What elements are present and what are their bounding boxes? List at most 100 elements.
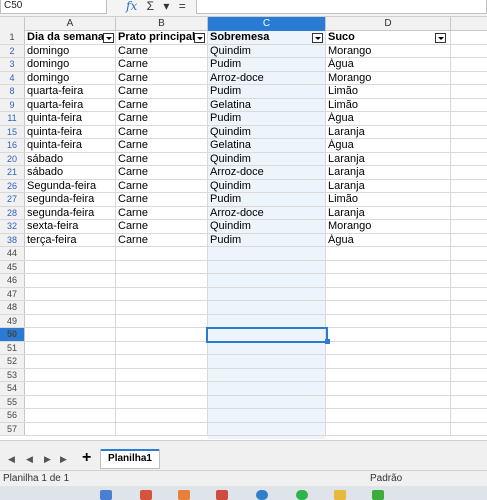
- prev-sheet-icon[interactable]: ◀: [26, 454, 33, 465]
- table-cell[interactable]: [25, 409, 116, 422]
- row-number[interactable]: 15: [0, 125, 25, 138]
- row-number[interactable]: 56: [0, 409, 25, 422]
- table-cell[interactable]: [116, 368, 208, 381]
- table-cell[interactable]: Carne: [116, 58, 208, 71]
- table-cell[interactable]: [208, 247, 326, 260]
- table-cell[interactable]: Carne: [116, 125, 208, 138]
- table-cell[interactable]: Limão: [326, 85, 451, 98]
- first-sheet-icon[interactable]: ◀: [8, 454, 15, 465]
- filter-dropdown-icon[interactable]: [194, 33, 205, 43]
- table-cell[interactable]: [326, 409, 451, 422]
- select-all-corner[interactable]: [0, 17, 25, 31]
- browser-icon[interactable]: [256, 490, 268, 500]
- table-cell[interactable]: [208, 368, 326, 381]
- filter-dropdown-icon[interactable]: [435, 33, 446, 43]
- row-number[interactable]: 57: [0, 422, 25, 435]
- table-cell[interactable]: terça-feira: [25, 233, 116, 246]
- table-cell[interactable]: [208, 314, 326, 327]
- table-cell[interactable]: Laranja: [326, 206, 451, 219]
- table-cell[interactable]: segunda-feira: [25, 206, 116, 219]
- table-cell[interactable]: [208, 355, 326, 368]
- table-cell[interactable]: Arroz-doce: [208, 71, 326, 84]
- table-cell[interactable]: Quindim: [208, 179, 326, 192]
- table-cell[interactable]: [116, 247, 208, 260]
- row-number[interactable]: 50: [0, 328, 25, 341]
- table-cell[interactable]: [25, 355, 116, 368]
- table-cell[interactable]: [25, 395, 116, 408]
- table-cell[interactable]: [208, 274, 326, 287]
- row-number[interactable]: 54: [0, 382, 25, 395]
- table-cell[interactable]: Pudim: [208, 58, 326, 71]
- row-number[interactable]: 51: [0, 341, 25, 354]
- table-cell[interactable]: segunda-feira: [25, 193, 116, 206]
- column-header-c[interactable]: C: [208, 17, 326, 31]
- table-cell[interactable]: sábado: [25, 152, 116, 165]
- table-cell[interactable]: Água: [326, 112, 451, 125]
- formula-equals-icon[interactable]: =: [179, 0, 186, 12]
- app-icon[interactable]: [216, 490, 228, 500]
- row-number[interactable]: 9: [0, 98, 25, 111]
- table-cell[interactable]: Carne: [116, 98, 208, 111]
- table-cell[interactable]: Carne: [116, 220, 208, 233]
- table-cell[interactable]: [116, 422, 208, 435]
- active-cell-cursor[interactable]: [206, 327, 328, 343]
- table-cell[interactable]: Carne: [116, 152, 208, 165]
- table-cell[interactable]: [208, 260, 326, 273]
- sum-icon[interactable]: Σ: [147, 0, 154, 12]
- table-cell[interactable]: Carne: [116, 85, 208, 98]
- table-cell[interactable]: [116, 274, 208, 287]
- page-style[interactable]: Padrão: [370, 471, 402, 487]
- table-cell[interactable]: domingo: [25, 44, 116, 57]
- table-cell[interactable]: [116, 355, 208, 368]
- table-cell[interactable]: Carne: [116, 44, 208, 57]
- column-header-d[interactable]: D: [326, 17, 451, 31]
- row-number[interactable]: 52: [0, 355, 25, 368]
- table-cell[interactable]: [208, 409, 326, 422]
- table-cell[interactable]: [25, 301, 116, 314]
- row-number[interactable]: 53: [0, 368, 25, 381]
- document-icon[interactable]: [100, 490, 112, 500]
- row-number[interactable]: 4: [0, 71, 25, 84]
- table-cell[interactable]: [326, 314, 451, 327]
- table-cell[interactable]: Carne: [116, 166, 208, 179]
- formula-input[interactable]: [196, 0, 487, 14]
- fill-handle[interactable]: [325, 338, 330, 344]
- table-cell[interactable]: [116, 314, 208, 327]
- add-sheet-button[interactable]: +: [82, 449, 91, 467]
- row-number[interactable]: 32: [0, 220, 25, 233]
- table-cell[interactable]: [25, 314, 116, 327]
- table-cell[interactable]: [208, 301, 326, 314]
- table-cell[interactable]: [208, 287, 326, 300]
- table-cell[interactable]: [326, 355, 451, 368]
- table-cell[interactable]: quarta-feira: [25, 85, 116, 98]
- table-cell[interactable]: [25, 274, 116, 287]
- column-header-a[interactable]: A: [25, 17, 116, 31]
- table-cell[interactable]: [116, 382, 208, 395]
- row-number[interactable]: 47: [0, 287, 25, 300]
- row-number[interactable]: 46: [0, 274, 25, 287]
- table-cell[interactable]: Água: [326, 139, 451, 152]
- table-cell[interactable]: [208, 341, 326, 354]
- table-cell[interactable]: Carne: [116, 71, 208, 84]
- table-cell[interactable]: [116, 395, 208, 408]
- sheet-tab-planilha1[interactable]: Planilha1: [100, 449, 160, 469]
- row-number[interactable]: 11: [0, 112, 25, 125]
- table-cell[interactable]: [208, 422, 326, 435]
- table-cell[interactable]: Quindim: [208, 125, 326, 138]
- filter-dropdown-icon[interactable]: [103, 33, 114, 43]
- table-cell[interactable]: Morango: [326, 44, 451, 57]
- table-cell[interactable]: [25, 368, 116, 381]
- table-cell[interactable]: [326, 422, 451, 435]
- table-cell[interactable]: Quindim: [208, 44, 326, 57]
- row-number[interactable]: 27: [0, 193, 25, 206]
- table-cell[interactable]: Morango: [326, 71, 451, 84]
- chat-icon[interactable]: [296, 490, 308, 500]
- table-cell[interactable]: Quindim: [208, 220, 326, 233]
- table-cell[interactable]: [25, 247, 116, 260]
- row-number[interactable]: 49: [0, 314, 25, 327]
- table-cell[interactable]: [326, 382, 451, 395]
- table-cell[interactable]: Água: [326, 58, 451, 71]
- row-number[interactable]: 48: [0, 301, 25, 314]
- table-cell[interactable]: sábado: [25, 166, 116, 179]
- filter-dropdown-icon[interactable]: [312, 33, 323, 43]
